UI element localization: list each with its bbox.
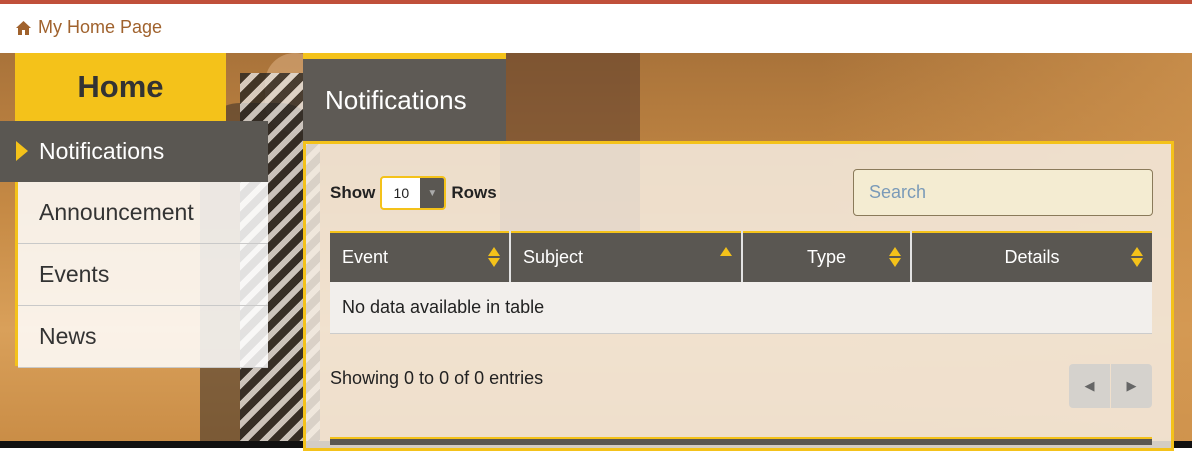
rows-label: Rows bbox=[451, 183, 497, 202]
column-header-details[interactable]: Details bbox=[910, 232, 1152, 282]
sort-icon bbox=[889, 247, 901, 267]
pagination: ◀ ▶ bbox=[1068, 364, 1152, 408]
home-link-label: My Home Page bbox=[38, 17, 163, 37]
sidebar-item-events[interactable]: Events bbox=[18, 244, 268, 306]
caret-down-icon: ▼ bbox=[420, 178, 445, 208]
notifications-table: Event Subject Type Details No data avail… bbox=[330, 231, 1152, 334]
empty-table-message: No data available in table bbox=[330, 282, 1152, 334]
column-header-type[interactable]: Type bbox=[741, 232, 911, 282]
column-header-event[interactable]: Event bbox=[330, 232, 510, 282]
next-table-header-strip bbox=[330, 437, 1152, 445]
rows-length-control: Show 10 ▼ Rows bbox=[330, 176, 497, 210]
sidebar-item-label: Notifications bbox=[39, 138, 165, 164]
previous-page-button[interactable]: ◀ bbox=[1069, 364, 1110, 408]
sort-icon bbox=[488, 247, 500, 267]
sidebar-item-label: News bbox=[39, 323, 97, 349]
sidebar-nav: Notifications Announcement Events News bbox=[0, 121, 268, 368]
chevron-right-icon: ▶ bbox=[1126, 378, 1137, 393]
table-info: Showing 0 to 0 of 0 entries bbox=[330, 368, 544, 388]
panel-title-text: Notifications bbox=[325, 85, 467, 115]
chevron-left-icon: ◀ bbox=[1084, 378, 1095, 393]
show-label: Show bbox=[330, 183, 376, 202]
rows-select[interactable]: 10 ▼ bbox=[380, 176, 447, 210]
search-input[interactable] bbox=[853, 169, 1153, 216]
sort-ascending-icon bbox=[720, 247, 732, 256]
sidebar-item-notifications[interactable]: Notifications bbox=[0, 121, 268, 182]
home-heading-text: Home bbox=[77, 69, 164, 104]
home-icon bbox=[16, 20, 31, 35]
top-bar: My Home Page bbox=[0, 4, 1192, 53]
sort-icon bbox=[1131, 247, 1143, 267]
panel-title: Notifications bbox=[303, 53, 506, 142]
table-header-row: Event Subject Type Details bbox=[330, 232, 1152, 282]
next-page-button[interactable]: ▶ bbox=[1111, 364, 1152, 408]
home-heading: Home bbox=[15, 53, 226, 121]
column-header-label: Subject bbox=[523, 247, 584, 267]
column-header-label: Event bbox=[342, 247, 389, 267]
column-header-label: Details bbox=[1004, 247, 1060, 267]
notifications-panel: Show 10 ▼ Rows Event Subject Type Detail… bbox=[303, 141, 1174, 451]
sidebar-item-label: Events bbox=[39, 261, 110, 287]
column-header-subject[interactable]: Subject bbox=[509, 232, 742, 282]
rows-select-value: 10 bbox=[393, 185, 410, 201]
sidebar-item-announcement[interactable]: Announcement bbox=[18, 182, 268, 244]
sidebar-item-label: Announcement bbox=[39, 199, 194, 225]
my-home-page-link[interactable]: My Home Page bbox=[15, 17, 162, 38]
sidebar-accent-line bbox=[15, 182, 18, 366]
sidebar-item-news[interactable]: News bbox=[18, 306, 268, 368]
column-header-label: Type bbox=[806, 247, 847, 267]
table-row: No data available in table bbox=[330, 282, 1152, 334]
